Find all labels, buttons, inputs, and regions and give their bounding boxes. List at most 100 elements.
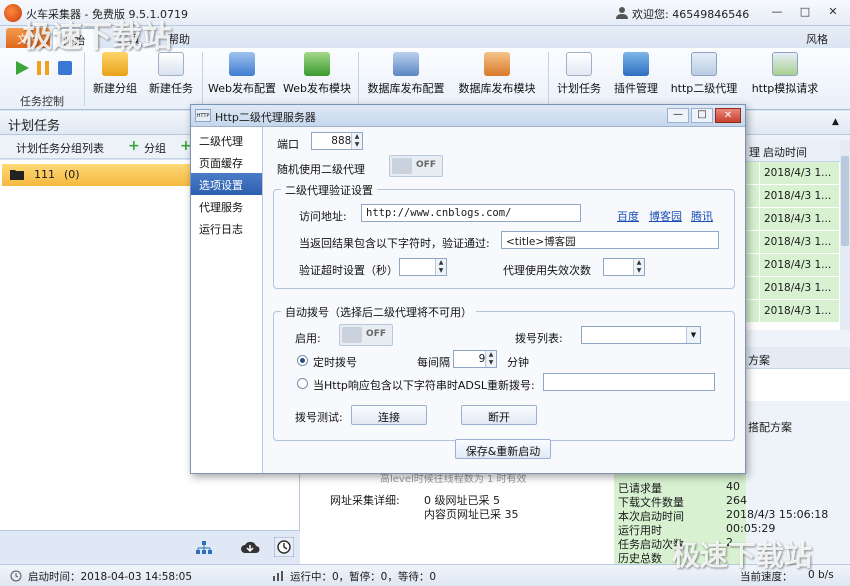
link-tencent[interactable]: 腾讯 xyxy=(691,208,713,224)
task-list-panel: ▲ 理 启动时间 2018/4/3 1... 2018/4/3 1... 201… xyxy=(746,111,850,564)
http-proxy-button[interactable]: http二级代理 xyxy=(668,52,740,104)
add-group-button[interactable]: 分组 xyxy=(144,140,166,156)
timed-dial-radio[interactable] xyxy=(297,355,308,366)
stat-value: 2018/4/3 15:06:18 xyxy=(726,508,829,521)
schedule-button[interactable]: 计划任务 xyxy=(554,52,604,104)
adsl-redial-radio[interactable] xyxy=(297,378,308,389)
start-time: 启动时间：2018-04-03 14:58:05 xyxy=(28,571,193,583)
dialog-title: Http二级代理服务器 xyxy=(215,111,316,124)
collect-detail-area: 高level时候往线程数为 1 时有效 网址采集详细: 0 级网址已采 5 内容… xyxy=(300,470,614,564)
style-menu[interactable]: 风格 xyxy=(796,28,838,48)
dial-list-label: 拨号列表: xyxy=(515,332,563,345)
web-publish-config-button[interactable]: Web发布配置 xyxy=(208,52,276,104)
auto-dial-toggle[interactable]: OFF xyxy=(339,324,393,346)
verify-contains-input[interactable]: <title>博客园 xyxy=(501,231,719,249)
save-restart-button[interactable]: 保存&重新启动 xyxy=(455,439,551,459)
access-url-label: 访问地址: xyxy=(299,210,347,223)
web-publish-config-icon xyxy=(229,52,255,76)
interval-stepper[interactable]: 90 ▲▼ xyxy=(453,350,497,368)
pause-button[interactable] xyxy=(35,60,51,76)
new-group-button[interactable]: 新建分组 xyxy=(90,52,140,104)
web-publish-module-button[interactable]: Web发布模块 xyxy=(282,52,352,104)
nav-proxy-service[interactable]: 代理服务 xyxy=(191,195,262,217)
db-publish-module-icon xyxy=(484,52,510,76)
plan-box xyxy=(746,369,850,401)
cloud-download-icon[interactable] xyxy=(240,539,260,555)
stepper-arrows-icon[interactable]: ▲ ▼ xyxy=(633,259,644,275)
group-list-header: 计划任务分组列表 xyxy=(16,142,104,155)
stat-value: 264 xyxy=(726,494,747,507)
stepper-arrows-icon[interactable]: ▲ ▼ xyxy=(485,351,496,367)
app-logo-icon xyxy=(4,4,22,22)
vertical-scrollbar[interactable] xyxy=(840,140,850,330)
random-proxy-toggle[interactable]: OFF xyxy=(389,155,443,177)
db-publish-config-button[interactable]: 数据库发布配置 xyxy=(364,52,448,104)
dial-test-label: 拨号测试: xyxy=(295,411,343,424)
stepper-arrows-icon[interactable]: ▲ ▼ xyxy=(351,133,362,149)
stepper-arrows-icon[interactable]: ▲ ▼ xyxy=(435,259,446,275)
table-cell xyxy=(746,231,760,254)
nav-run-log[interactable]: 运行日志 xyxy=(191,217,262,239)
connect-button[interactable]: 连接 xyxy=(351,405,427,425)
column-header[interactable]: 理 xyxy=(746,140,760,162)
port-stepper[interactable]: 8888 ▲ ▼ xyxy=(311,132,363,150)
nav-options[interactable]: 选项设置 xyxy=(191,173,262,195)
plugin-icon xyxy=(623,52,649,76)
bar-chart-icon xyxy=(273,571,283,581)
maximize-button[interactable]: □ xyxy=(796,5,814,20)
http-request-button[interactable]: http模拟请求 xyxy=(746,52,824,104)
tree-icon[interactable] xyxy=(196,541,212,555)
db-publish-module-button[interactable]: 数据库发布模块 xyxy=(454,52,540,104)
table-cell xyxy=(746,208,760,231)
http-proxy-icon xyxy=(691,52,717,76)
table-cell: 2018/4/3 1... xyxy=(760,254,840,277)
ribbon-separator xyxy=(358,52,359,106)
access-url-input[interactable]: http://www.cnblogs.com/ xyxy=(361,204,581,222)
link-baidu[interactable]: 百度 xyxy=(617,208,639,224)
plugin-manage-button[interactable]: 插件管理 xyxy=(610,52,662,104)
db-publish-config-icon xyxy=(393,52,419,76)
dialog-maximize-button[interactable]: □ xyxy=(691,108,713,123)
stop-button[interactable] xyxy=(57,60,73,76)
verify-contains-label: 当返回结果包含以下字符时，验证通过: xyxy=(299,237,490,250)
timeout-stepper[interactable]: 5 ▲▼ xyxy=(399,258,447,276)
watermark-bottom: 极速下载站 xyxy=(672,539,813,572)
table-cell xyxy=(746,254,760,277)
adsl-redial-input[interactable] xyxy=(543,373,715,391)
http-icon: HTTP xyxy=(195,109,211,122)
dial-list-select[interactable]: ▼ xyxy=(581,326,701,344)
new-task-button[interactable]: 新建任务 xyxy=(146,52,196,104)
minimize-button[interactable]: — xyxy=(768,5,786,20)
run-status: 运行中：0，暂停：0，等待：0 xyxy=(290,571,437,583)
dialog-title-bar: HTTP Http二级代理服务器 — □ ✕ xyxy=(191,105,745,127)
close-button[interactable]: ✕ xyxy=(824,5,842,20)
ribbon-separator xyxy=(202,52,203,106)
user-icon xyxy=(616,7,628,19)
chevron-down-icon[interactable]: ▼ xyxy=(686,327,700,343)
dialog-close-button[interactable]: ✕ xyxy=(715,108,741,123)
add-icon[interactable]: + xyxy=(128,138,140,154)
task-control-label: 任务控制 xyxy=(20,95,64,108)
timed-dial-label: 定时拨号 xyxy=(313,356,357,369)
task-table: 理 启动时间 2018/4/3 1... 2018/4/3 1... 2018/… xyxy=(746,140,840,330)
play-button[interactable] xyxy=(14,60,30,76)
random-proxy-label: 随机使用二级代理 xyxy=(277,163,365,176)
toggle-knob xyxy=(392,158,412,174)
ribbon: 任务控制 新建分组 新建任务 Web发布配置 Web发布模块 数据库发布配置 数… xyxy=(0,48,850,110)
table-cell: 2018/4/3 1... xyxy=(760,208,840,231)
clock-icon[interactable] xyxy=(274,537,294,557)
nav-proxy[interactable]: 二级代理 xyxy=(191,129,262,151)
task-list-header: ▲ xyxy=(746,111,850,135)
fail-count-stepper[interactable]: 1 ▲▼ xyxy=(603,258,645,276)
table-cell xyxy=(746,277,760,300)
table-cell: 2018/4/3 1... xyxy=(760,185,840,208)
column-header-start-time[interactable]: 启动时间 xyxy=(760,140,840,162)
dialog-minimize-button[interactable]: — xyxy=(667,108,689,123)
disconnect-button[interactable]: 断开 xyxy=(461,405,537,425)
nav-page-cache[interactable]: 页面缓存 xyxy=(191,151,262,173)
link-cnblogs[interactable]: 博客园 xyxy=(649,208,682,224)
collapse-icon[interactable]: ▲ xyxy=(832,117,839,127)
scrollbar-thumb[interactable] xyxy=(841,156,849,246)
content-url-count: 内容页网址已采 35 xyxy=(424,508,519,521)
fail-count-label: 代理使用失效次数 xyxy=(503,264,591,277)
